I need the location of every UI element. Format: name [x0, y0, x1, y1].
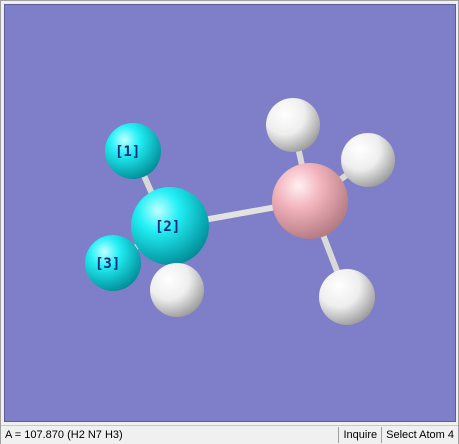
molecule-viewport[interactable]: [1] [2] [3] [4, 4, 456, 422]
status-measurement: A = 107.870 (H2 N7 H3) [5, 429, 123, 441]
atom-label-2: [2] [155, 219, 180, 235]
status-mode: Inquire [338, 427, 381, 443]
hydrogen-atom-bottom[interactable] [319, 269, 375, 325]
atom-label-1: [1] [115, 144, 140, 160]
atom-label-3: [3] [95, 256, 120, 272]
hydrogen-atom-top[interactable] [266, 98, 320, 152]
molecule-canvas[interactable]: [1] [2] [3] [5, 5, 456, 422]
status-selection: Select Atom 4 [381, 427, 458, 443]
molecule-viewer-window: [1] [2] [3] A = 107.870 (H2 N7 H3) Inqui… [0, 0, 459, 444]
hydrogen-atom-right[interactable] [341, 133, 395, 187]
status-bar: A = 107.870 (H2 N7 H3) Inquire Select At… [1, 425, 458, 444]
hydrogen-atom-left[interactable] [150, 263, 204, 317]
boron-atom-4[interactable] [272, 163, 348, 239]
